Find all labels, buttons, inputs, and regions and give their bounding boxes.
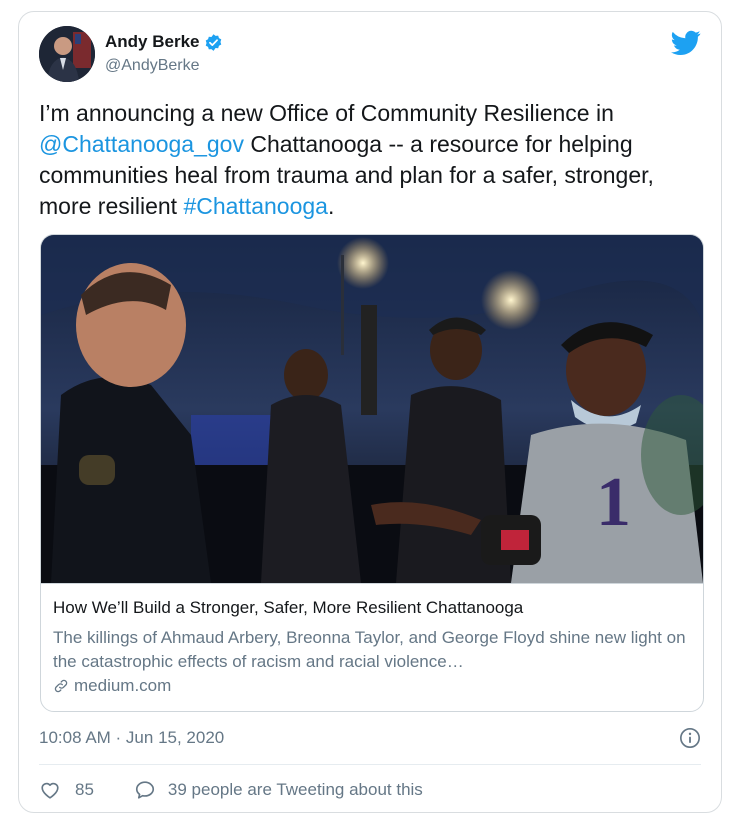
link-card-meta: How We’ll Build a Stronger, Safer, More … — [41, 583, 703, 711]
tweet-text-part: . — [327, 193, 335, 219]
like-button[interactable]: 85 — [39, 779, 94, 801]
tweet-card: Andy Berke @AndyBerke I’m announcing a n… — [18, 11, 722, 813]
reply-summary: 39 people are Tweeting about this — [167, 780, 423, 799]
tweet-timestamp[interactable]: 10:08 AM · Jun 15, 2020 — [39, 728, 224, 748]
link-card-domain: medium.com — [74, 676, 172, 695]
hashtag-link[interactable]: #Chattanooga — [183, 193, 328, 219]
svg-text:1: 1 — [596, 464, 631, 541]
speech-bubble-icon — [135, 781, 154, 799]
tweet-actions: 85 39 people are Tweeting about this — [39, 779, 423, 801]
link-card-domain-row: medium.com — [53, 676, 171, 696]
avatar[interactable] — [39, 26, 95, 82]
divider — [39, 764, 701, 765]
link-card-title: How We’ll Build a Stronger, Safer, More … — [53, 598, 524, 617]
author-name-row: Andy Berke — [105, 32, 223, 52]
tweet-text-part: I’m announcing a new Office of Community… — [39, 100, 614, 126]
like-count: 85 — [75, 780, 94, 799]
reply-button[interactable]: 39 people are Tweeting about this — [134, 779, 423, 801]
author-handle[interactable]: @AndyBerke — [105, 57, 200, 75]
verified-badge-icon — [206, 33, 222, 51]
avatar-photo — [39, 26, 95, 82]
heart-icon — [41, 782, 59, 799]
author-name[interactable]: Andy Berke — [105, 32, 199, 52]
link-card-image: 1 — [41, 235, 703, 583]
link-card[interactable]: 1 How We’ll Build a Stronger, Safer, Mor… — [40, 234, 704, 712]
link-chain-icon — [54, 679, 68, 693]
info-icon[interactable] — [679, 727, 701, 749]
link-card-description: The killings of Ahmaud Arbery, Breonna T… — [53, 628, 686, 671]
tweet-text: I’m announcing a new Office of Community… — [39, 98, 709, 222]
mention-link[interactable]: @Chattanooga_gov — [39, 131, 244, 157]
twitter-bird-icon[interactable] — [671, 30, 701, 56]
